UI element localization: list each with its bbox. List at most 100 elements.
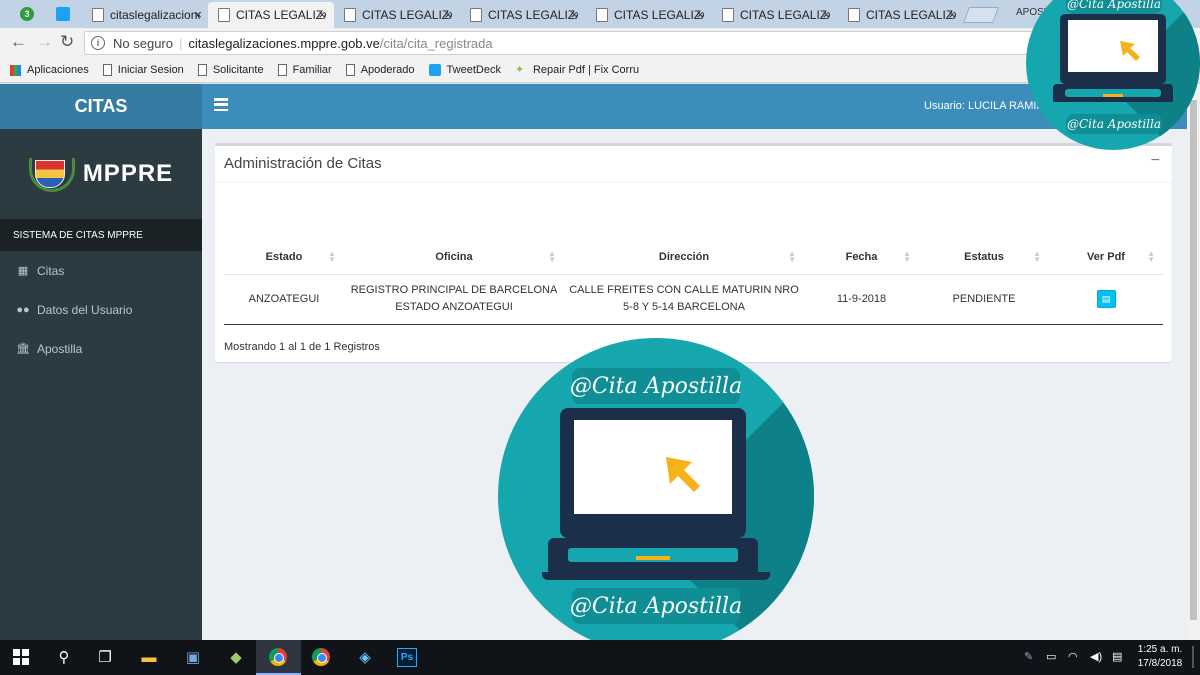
url-path: /cita/cita_registrada: [379, 35, 493, 51]
laptop-display: [574, 420, 732, 514]
search-icon[interactable]: ⚲: [54, 648, 74, 666]
column-header-direccion[interactable]: Dirección ▲ ▼: [564, 240, 804, 275]
page-scrollbar[interactable]: [1187, 84, 1200, 640]
laptop-base: [548, 538, 758, 572]
laptop-bottom: [542, 572, 770, 580]
close-icon[interactable]: ×: [444, 7, 452, 22]
volume-icon[interactable]: ◀): [1090, 650, 1102, 663]
tab-title: CITAS LEGALIZACIONES: [236, 8, 326, 22]
cell-direccion: CALLE FREITES CON CALLE MATURIN NRO 5-8 Y…: [564, 274, 804, 325]
windows-taskbar: ⚲ ❐ ▬ ▣ ◆ ◈ Ps ✎ ▭ ◠ ◀) ▤ 1:25 a. m. 17/…: [0, 640, 1200, 675]
photoshop-icon[interactable]: Ps: [397, 647, 417, 667]
laptop-base: [1053, 84, 1173, 102]
notes-icon[interactable]: ◈: [355, 648, 375, 666]
tab-title: CITAS LEGALIZACIONES: [866, 8, 956, 22]
sidebar-item-apostilla[interactable]: 🏛 Apostilla: [0, 329, 202, 368]
tab-title: citaslegalizaciones: [110, 8, 200, 22]
forward-arrow-icon[interactable]: →: [36, 32, 53, 52]
bookmark-repair-pdf[interactable]: ✦ Repair Pdf | Fix Corru: [515, 64, 639, 76]
pdf-file-icon[interactable]: ▤: [1096, 290, 1116, 308]
table-row: ANZOATEGUI REGISTRO PRINCIPAL DE BARCELO…: [224, 274, 1163, 325]
collapse-button[interactable]: −: [1151, 152, 1160, 170]
bookmark-label: Solicitante: [212, 64, 264, 76]
tab-citas-legalizaciones[interactable]: CITAS LEGALIZACIONES ×: [334, 2, 460, 28]
bookmark-familiar[interactable]: Familiar: [277, 64, 332, 76]
close-icon[interactable]: ×: [822, 7, 830, 22]
bookmark-solicitante[interactable]: Solicitante: [197, 64, 264, 76]
column-header-ver-pdf[interactable]: Ver Pdf ▲ ▼: [1049, 240, 1163, 275]
store-icon[interactable]: ◆: [226, 648, 246, 666]
cell-fecha: 11-9-2018: [804, 274, 919, 325]
system-clock[interactable]: 1:25 a. m. 17/8/2018: [1130, 643, 1190, 671]
clock-date: 17/8/2018: [1137, 658, 1183, 669]
cita-apostilla-watermark-small: @Cita Apostilla @Cita Apostilla: [1026, 0, 1200, 150]
pinned-tab-twitter[interactable]: [52, 4, 74, 24]
pinned-tab-whatsapp[interactable]: 3: [16, 4, 38, 24]
column-header-estado[interactable]: Estado ▲ ▼: [224, 240, 344, 275]
page-icon: [722, 8, 734, 22]
tab-citas-legalizaciones[interactable]: CITAS LEGALIZACIONES ×: [712, 2, 838, 28]
scrollbar-thumb[interactable]: [1190, 100, 1197, 620]
app-brand[interactable]: CITAS: [0, 84, 202, 129]
tab-citaslegalizaciones[interactable]: citaslegalizaciones ×: [82, 2, 210, 28]
show-desktop-button[interactable]: [1192, 646, 1194, 668]
bookmark-label: Familiar: [292, 64, 332, 76]
bookmark-iniciar-sesion[interactable]: Iniciar Sesion: [102, 64, 184, 76]
battery-icon[interactable]: ▭: [1046, 650, 1056, 663]
url-host: citaslegalizaciones.mppre.gob.ve: [188, 35, 380, 51]
close-icon[interactable]: ×: [696, 7, 704, 22]
network-app-icon[interactable]: ▣: [183, 648, 203, 666]
close-icon[interactable]: ×: [318, 7, 326, 22]
security-status: No seguro: [113, 35, 173, 51]
laptop-display: [1068, 20, 1158, 72]
bookmark-apoderado[interactable]: Apoderado: [345, 64, 415, 76]
reload-icon[interactable]: ↻: [60, 32, 74, 52]
task-view-icon[interactable]: ❐: [95, 648, 115, 666]
column-header-fecha[interactable]: Fecha ▲ ▼: [804, 240, 919, 275]
close-icon[interactable]: ×: [194, 7, 202, 22]
back-arrow-icon[interactable]: ←: [10, 32, 27, 52]
watermark-text-top: @Cita Apostilla: [570, 368, 742, 404]
bookmark-aplicaciones[interactable]: Aplicaciones: [10, 64, 89, 76]
chrome-icon[interactable]: [311, 648, 331, 666]
sidebar-item-datos-usuario[interactable]: ●● Datos del Usuario: [0, 290, 202, 329]
cell-estatus: PENDIENTE: [919, 274, 1049, 325]
wifi-icon[interactable]: ◠: [1068, 650, 1078, 663]
fix-icon: ✦: [514, 64, 525, 76]
cell-direccion-line-1: CALLE FREITES CON CALLE MATURIN NRO: [569, 284, 799, 296]
start-icon[interactable]: [11, 648, 31, 666]
column-label: Estatus: [964, 250, 1004, 263]
sidebar-header: SISTEMA DE CITAS MPPRE: [0, 219, 202, 251]
institution-icon: 🏛: [16, 343, 30, 355]
chrome-icon[interactable]: [268, 648, 288, 666]
mppre-logo: MPPRE: [0, 129, 202, 219]
sidebar-item-label: Apostilla: [37, 341, 83, 356]
panel-divider: [215, 182, 1172, 183]
bookmark-tweetdeck[interactable]: TweetDeck: [428, 64, 501, 76]
sort-icon: ▲ ▼: [548, 249, 556, 264]
tab-citas-legalizaciones[interactable]: CITAS LEGALIZACIONES ×: [586, 2, 712, 28]
tab-citas-legalizaciones[interactable]: CITAS LEGALIZACIONES ×: [460, 2, 586, 28]
hamburger-menu-icon[interactable]: [214, 98, 228, 111]
sidebar-item-citas[interactable]: ▦ Citas: [0, 251, 202, 290]
users-icon: ●●: [16, 303, 30, 316]
tab-citas-legalizaciones-active[interactable]: CITAS LEGALIZACIONES ×: [208, 2, 334, 28]
laptop-screen: [1060, 14, 1166, 84]
column-header-oficina[interactable]: Oficina ▲ ▼: [344, 240, 564, 275]
watermark-text-bottom: @Cita Apostilla: [570, 588, 742, 624]
close-icon[interactable]: ×: [948, 7, 956, 22]
tab-citas-legalizaciones[interactable]: CITAS LEGALIZACIONES ×: [838, 2, 964, 28]
keyboard-icon[interactable]: ▤: [1112, 650, 1122, 663]
info-icon[interactable]: i: [91, 36, 105, 50]
sidebar-item-label: Datos del Usuario: [37, 302, 133, 317]
file-explorer-icon[interactable]: ▬: [139, 648, 159, 666]
pen-icon[interactable]: ✎: [1024, 650, 1033, 663]
close-icon[interactable]: ×: [570, 7, 578, 22]
column-header-estatus[interactable]: Estatus ▲ ▼: [919, 240, 1049, 275]
address-bar-row: ← → ↻ i No seguro | citaslegalizaciones.…: [0, 28, 1200, 58]
bookmarks-bar: Aplicaciones Iniciar Sesion Solicitante …: [0, 58, 1200, 83]
bookmark-label: Iniciar Sesion: [117, 64, 184, 76]
watermark-text-bottom: @Cita Apostilla: [1066, 114, 1162, 134]
new-tab-button[interactable]: [963, 7, 999, 23]
watermark-text-top: @Cita Apostilla: [1066, 0, 1162, 14]
